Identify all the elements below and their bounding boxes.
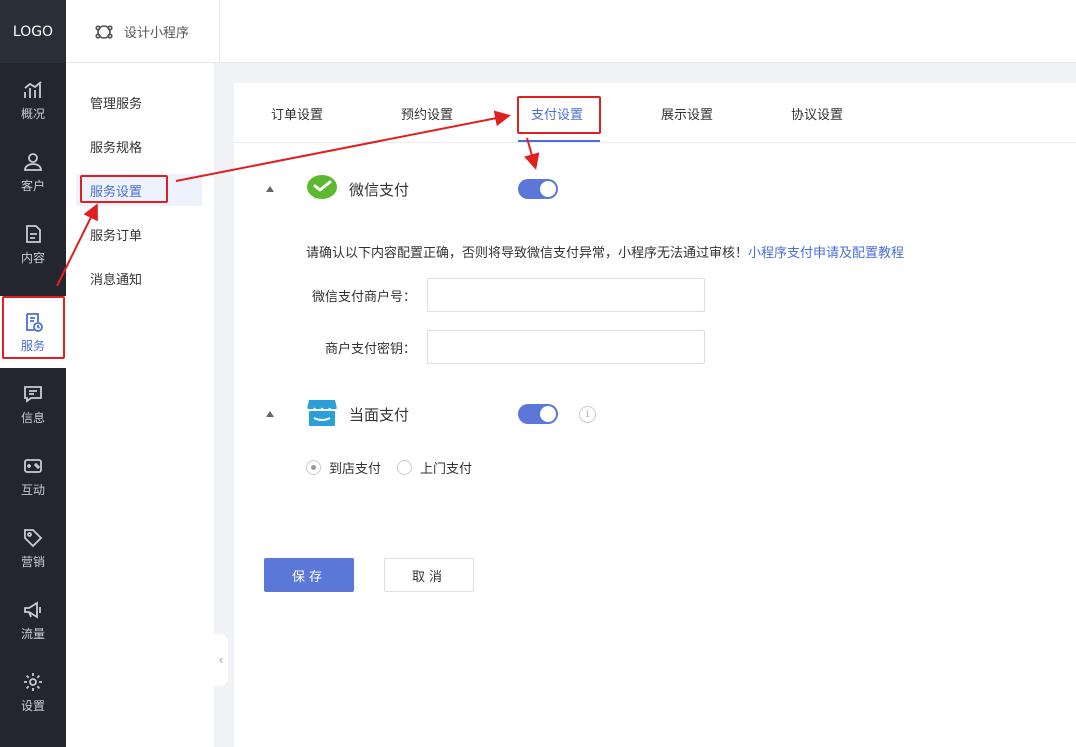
cancel-button[interactable]: 取消 [384,558,474,592]
nav-label: 互动 [20,482,45,497]
toggle-knob [540,181,556,197]
nav-label: 营销 [20,554,45,569]
nav-label: 信息 [20,410,45,425]
mini-program-icon [95,24,113,39]
tab-display-settings[interactable]: 展示设置 [661,83,713,143]
collapse-sidebar-button[interactable]: ‹ [214,634,228,686]
subnav-item-service-spec[interactable]: 服务规格 [76,130,202,162]
info-icon[interactable]: i [579,406,596,423]
nav-label: 服务 [20,338,45,353]
save-button[interactable]: 保存 [264,558,354,592]
radio-dot [306,460,321,475]
nav-item-content[interactable]: 内容 [0,208,66,280]
nav-item-service[interactable]: 服务 [0,296,66,368]
logo: LOGO [0,0,66,63]
nav-label: 概况 [20,106,45,121]
radio-home-pay[interactable]: 上门支付 [397,458,472,477]
nav-item-marketing[interactable]: 营销 [0,512,66,584]
secret-key-label: 商户支付密钥： [324,342,416,357]
subnav-item-manage-service[interactable]: 管理服务 [76,86,202,118]
document-icon [26,224,41,243]
header-tab-label: 设计小程序 [124,26,190,41]
subnav-item-notifications[interactable]: 消息通知 [76,262,202,294]
radio-in-store-pay[interactable]: 到店支付 [306,458,381,477]
subnav-item-service-settings[interactable]: 服务设置 [76,174,202,206]
nav-item-traffic[interactable]: 流量 [0,584,66,656]
nav-label: 内容 [20,250,45,265]
top-header: 设计小程序 [66,0,1076,63]
tab-agreement-settings[interactable]: 协议设置 [791,83,843,143]
radio-label: 到店支付 [329,462,382,477]
nav-item-interaction[interactable]: 互动 [0,440,66,512]
wechat-icon [307,175,337,199]
face-pay-toggle[interactable] [518,404,558,424]
wechat-pay-toggle[interactable] [518,179,558,199]
chevron-left-icon: ‹ [218,653,224,667]
nav-item-overview[interactable]: 概况 [0,64,66,136]
service-icon [26,312,43,332]
chart-icon [24,80,42,98]
user-icon [24,152,42,171]
message-icon [24,385,42,403]
gear-icon [24,672,42,691]
nav-item-customer[interactable]: 客户 [0,136,66,208]
wechat-pay-notice: 请确认以下内容配置正确，否则将导致微信支付异常，小程序无法通过审核！小程序支付申… [306,242,904,261]
tab-order-settings[interactable]: 订单设置 [271,83,323,143]
tab-payment-settings[interactable]: 支付设置 [531,83,583,143]
face-pay-title: 当面支付 [349,406,410,424]
merchant-id-input[interactable] [427,278,705,312]
design-mini-program-tab[interactable]: 设计小程序 [66,0,220,63]
nav-item-settings[interactable]: 设置 [0,656,66,728]
collapse-face-pay-caret[interactable] [266,411,274,417]
nav-label: 设置 [20,698,45,713]
active-tab-indicator [518,140,600,142]
megaphone-icon [24,600,41,619]
main-panel: 订单设置 预约设置 支付设置 展示设置 协议设置 微信支付 请确认以下内容配置正… [234,83,1076,747]
subnav-item-service-orders[interactable]: 服务订单 [76,218,202,250]
settings-tabs: 订单设置 预约设置 支付设置 展示设置 协议设置 [234,83,1076,143]
shop-icon [306,400,338,426]
merchant-id-label: 微信支付商户号： [311,290,416,305]
notice-text: 请确认以下内容配置正确，否则将导致微信支付异常，小程序无法通过审核！ [306,246,749,261]
radio-label: 上门支付 [420,462,473,477]
toggle-knob [540,406,556,422]
collapse-wechat-pay-caret[interactable] [266,186,274,192]
nav-item-message[interactable]: 信息 [0,368,66,440]
radio-dot [397,460,412,475]
tab-booking-settings[interactable]: 预约设置 [401,83,453,143]
wechat-pay-title: 微信支付 [349,181,410,199]
config-tutorial-link[interactable]: 小程序支付申请及配置教程 [748,246,904,261]
main-sidebar: LOGO 概况 客户 内容 服务 信息 互动 营销 流量 设置 [0,0,66,747]
tag-icon [24,528,43,547]
nav-label: 流量 [20,626,45,641]
sub-sidebar: 管理服务 服务规格 服务设置 服务订单 消息通知 [66,63,214,747]
nav-label: 客户 [20,178,45,193]
app-root: LOGO 概况 客户 内容 服务 信息 互动 营销 流量 设置 设计小程序 管理… [0,0,1076,747]
gamepad-icon [24,458,42,473]
secret-key-input[interactable] [427,330,705,364]
